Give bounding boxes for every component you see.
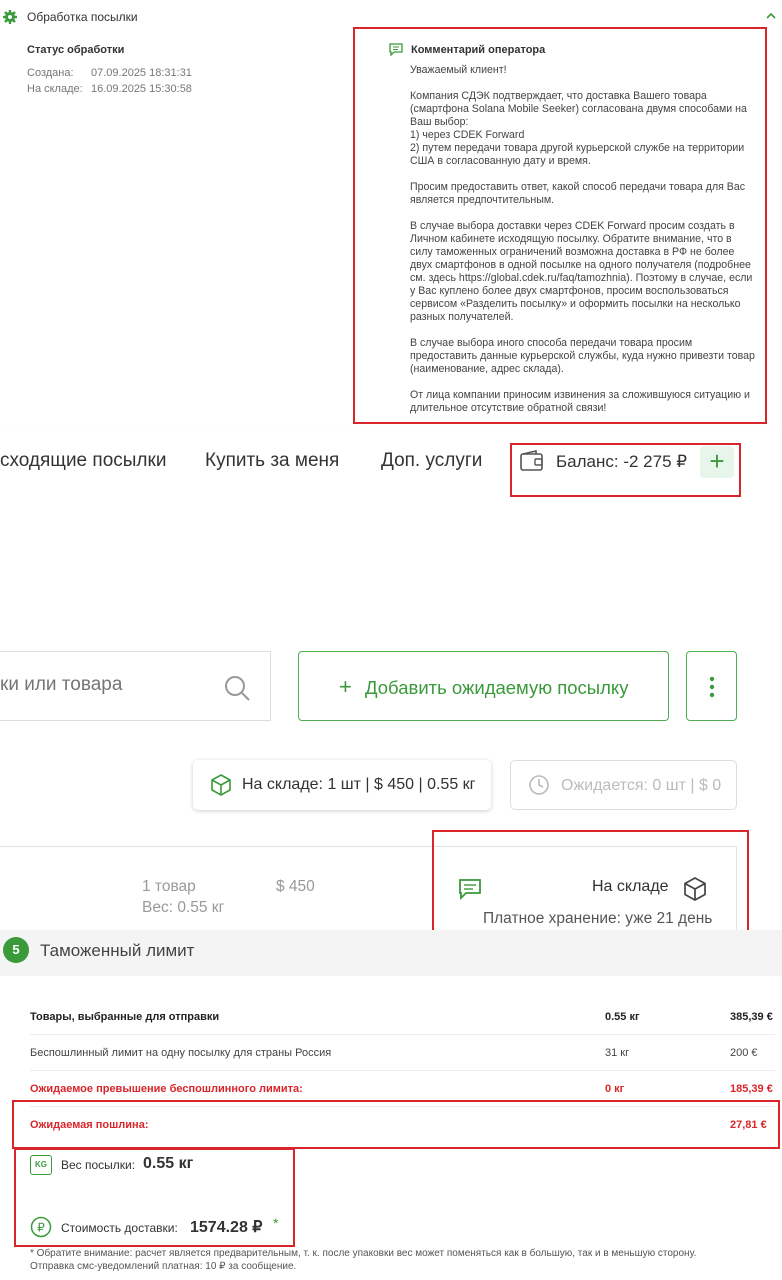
row-kg: 31 кг (605, 1047, 630, 1059)
nav-buy-for-me[interactable]: Купить за меня (205, 450, 339, 472)
add-expected-parcel-button[interactable]: + Добавить ожидаемую посылку (298, 651, 669, 721)
status-heading: Статус обработки (27, 44, 125, 56)
parcel-weight: Вес: 0.55 кг (142, 899, 225, 916)
box-icon (211, 774, 231, 796)
row-eur: 385,39 € (730, 1011, 773, 1023)
search-box[interactable] (0, 651, 271, 721)
highlight-summary (14, 1148, 295, 1247)
warehouse-label: На складе: (27, 83, 83, 95)
row-kg: 0.55 кг (605, 1011, 640, 1023)
search-input[interactable] (0, 674, 210, 696)
highlight-duty (12, 1100, 780, 1149)
more-options-button[interactable] (686, 651, 737, 721)
created-label: Создана: (27, 67, 74, 79)
kebab-icon (709, 676, 715, 698)
warehouse-value: 16.09.2025 15:30:58 (91, 83, 192, 95)
row-eur: 200 € (730, 1047, 758, 1059)
expected-chip-label: Ожидается: 0 шт | $ 0 (561, 777, 722, 794)
plus-icon: + (339, 674, 352, 699)
row-eur: 185,39 € (730, 1083, 773, 1095)
gear-icon (3, 10, 17, 24)
row-label: Ожидаемое превышение беспошлинного лимит… (30, 1083, 303, 1095)
processing-panel: Обработка посылки Статус обработки Созда… (0, 0, 782, 428)
row-label: Беспошлинный лимит на одну посылку для с… (30, 1047, 332, 1059)
filter-warehouse-chip[interactable]: На складе: 1 шт | $ 450 | 0.55 кг (193, 760, 491, 810)
clock-icon (529, 775, 549, 795)
row-label: Товары, выбранные для отправки (30, 1011, 220, 1023)
customs-title: Таможенный лимит (40, 941, 195, 960)
created-value: 07.09.2025 18:31:31 (91, 67, 192, 79)
processing-title: Обработка посылки (27, 10, 138, 24)
nav-extra-services[interactable]: Доп. услуги (381, 450, 482, 472)
add-expected-parcel-label: Добавить ожидаемую посылку (365, 677, 629, 698)
table-row: Беспошлинный лимит на одну посылку для с… (30, 1035, 775, 1071)
highlight-balance (510, 443, 741, 497)
search-icon[interactable] (223, 674, 251, 702)
filter-expected-chip[interactable]: Ожидается: 0 шт | $ 0 (510, 760, 737, 810)
parcel-price: $ 450 (276, 878, 315, 895)
chevron-up-icon[interactable] (764, 9, 778, 23)
highlight-parcel-status (432, 830, 749, 941)
table-row: Товары, выбранные для отправки 0.55 кг 3… (30, 999, 775, 1035)
row-kg: 0 кг (605, 1083, 625, 1095)
highlight-comment (353, 27, 767, 424)
warehouse-chip-label: На складе: 1 шт | $ 450 | 0.55 кг (242, 776, 476, 793)
nav-outgoing-parcels[interactable]: сходящие посылки (0, 450, 166, 472)
footnote: * Обратите внимание: расчет является пре… (30, 1248, 697, 1272)
step-badge: 5 (3, 937, 29, 963)
parcel-items: 1 товар (142, 878, 196, 895)
